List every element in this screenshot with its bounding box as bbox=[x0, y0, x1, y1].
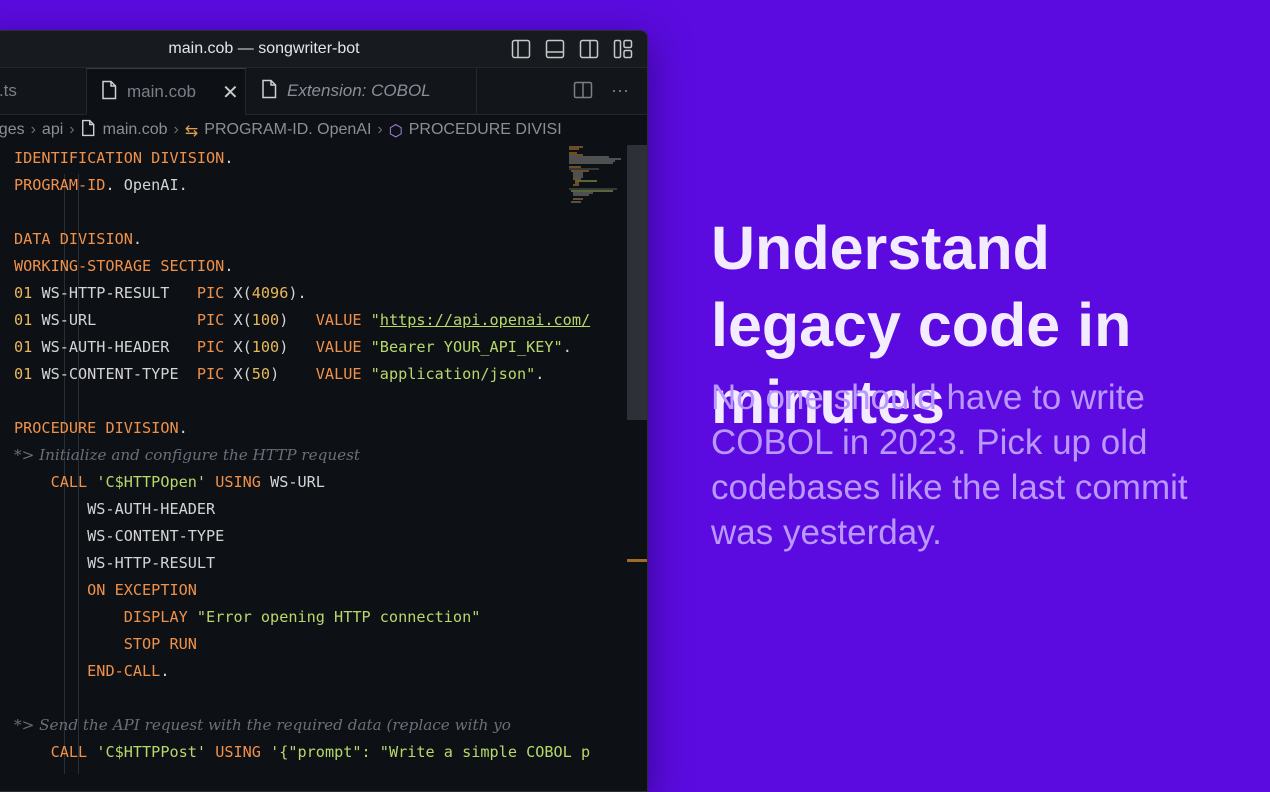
toggle-primary-sidebar-icon[interactable] bbox=[511, 39, 531, 59]
breadcrumb-item-symbol[interactable]: ⇆ PROGRAM-ID. OpenAI bbox=[185, 121, 372, 140]
scrollbar-marker bbox=[627, 559, 647, 562]
breadcrumb-label: PROGRAM-ID. OpenAI bbox=[204, 121, 372, 138]
window-title: main.cob — songwriter-bot bbox=[168, 40, 360, 57]
tab-extension-cobol[interactable]: Extension: COBOL bbox=[247, 68, 477, 114]
toggle-panel-icon[interactable] bbox=[545, 39, 565, 59]
code-line: *> Initialize and configure the HTTP req… bbox=[14, 446, 361, 464]
tab-actions: ··· bbox=[573, 80, 629, 105]
hero-subtext: No one should have to write COBOL in 202… bbox=[711, 378, 1188, 552]
chevron-right-icon: › bbox=[69, 121, 75, 138]
code-line: *> Send the API request with the require… bbox=[14, 716, 511, 734]
layout-controls bbox=[511, 39, 633, 59]
tab-index-ts[interactable]: ex.ts bbox=[0, 68, 86, 114]
title-bar: main.cob — songwriter-bot bbox=[0, 31, 647, 68]
code-area[interactable]: IDENTIFICATION DIVISION. PROGRAM-ID. Open… bbox=[14, 145, 591, 766]
code-line: WS-CONTENT-TYPE bbox=[14, 527, 225, 545]
cube-symbol-icon: ⬡ bbox=[388, 120, 403, 140]
code-line: 01 WS-URL PIC X(100) VALUE "https://api.… bbox=[14, 311, 591, 329]
breadcrumb-item-symbol[interactable]: ⬡ PROCEDURE DIVISI bbox=[389, 121, 562, 140]
code-line: CALL 'C$HTTPOpen' USING WS-URL bbox=[50, 473, 325, 491]
chevron-right-icon: › bbox=[173, 121, 179, 138]
minimap[interactable] bbox=[569, 145, 629, 205]
breadcrumb-item-file[interactable]: main.cob bbox=[81, 119, 168, 142]
more-actions-icon[interactable]: ··· bbox=[611, 80, 629, 105]
code-editor-window: main.cob — songwriter-bot ex.ts main.cob bbox=[0, 30, 648, 792]
namespace-symbol-icon: ⇆ bbox=[184, 120, 199, 140]
customize-layout-icon[interactable] bbox=[613, 39, 633, 59]
code-line: 01 WS-AUTH-HEADER PIC X(100) VALUE "Bear… bbox=[14, 338, 572, 356]
code-line: CALL 'C$HTTPPost' USING '{"prompt": "Wri… bbox=[50, 743, 591, 761]
code-line: PROCEDURE DIVISION. bbox=[14, 419, 188, 437]
chevron-right-icon: › bbox=[30, 121, 36, 138]
code-line: DISPLAY "Error opening HTTP connection" bbox=[123, 608, 481, 626]
breadcrumb-label: main.cob bbox=[102, 121, 168, 138]
chevron-right-icon: › bbox=[377, 121, 383, 138]
code-line: 01 WS-HTTP-RESULT PIC X(4096). bbox=[14, 284, 307, 302]
tab-label: ex.ts bbox=[0, 81, 17, 100]
code-line: DATA DIVISION. bbox=[14, 230, 143, 248]
file-icon bbox=[81, 119, 95, 142]
breadcrumb-label: PROCEDURE DIVISI bbox=[408, 121, 562, 138]
tab-label: main.cob bbox=[127, 82, 196, 101]
breadcrumb-item[interactable]: api bbox=[42, 121, 63, 139]
code-line: PROGRAM-ID. OpenAI. bbox=[14, 176, 188, 194]
code-line: ON EXCEPTION bbox=[87, 581, 197, 599]
code-line: END-CALL. bbox=[87, 662, 170, 680]
file-icon bbox=[101, 80, 117, 105]
toggle-secondary-sidebar-icon[interactable] bbox=[579, 39, 599, 59]
code-line: 01 WS-CONTENT-TYPE PIC X(50) VALUE "appl… bbox=[14, 365, 545, 383]
close-icon[interactable]: ✕ bbox=[222, 80, 239, 105]
breadcrumb: pages › api › main.cob › ⇆ PROGRAM-ID. O… bbox=[0, 115, 647, 145]
editor-tabs: ex.ts main.cob ✕ Extension: COBOL ··· bbox=[0, 68, 647, 115]
code-line: WS-HTTP-RESULT bbox=[14, 554, 216, 572]
tab-label: Extension: COBOL bbox=[287, 81, 431, 100]
breadcrumb-item[interactable]: pages bbox=[0, 121, 25, 139]
file-icon bbox=[261, 79, 277, 104]
vertical-scrollbar[interactable] bbox=[627, 145, 647, 420]
code-line: WORKING-STORAGE SECTION. bbox=[14, 257, 234, 275]
tab-main-cob[interactable]: main.cob ✕ bbox=[86, 68, 246, 115]
code-line: STOP RUN bbox=[123, 635, 197, 653]
code-line: IDENTIFICATION DIVISION. bbox=[14, 149, 234, 167]
code-line: WS-AUTH-HEADER bbox=[14, 500, 216, 518]
split-editor-icon[interactable] bbox=[573, 80, 593, 105]
